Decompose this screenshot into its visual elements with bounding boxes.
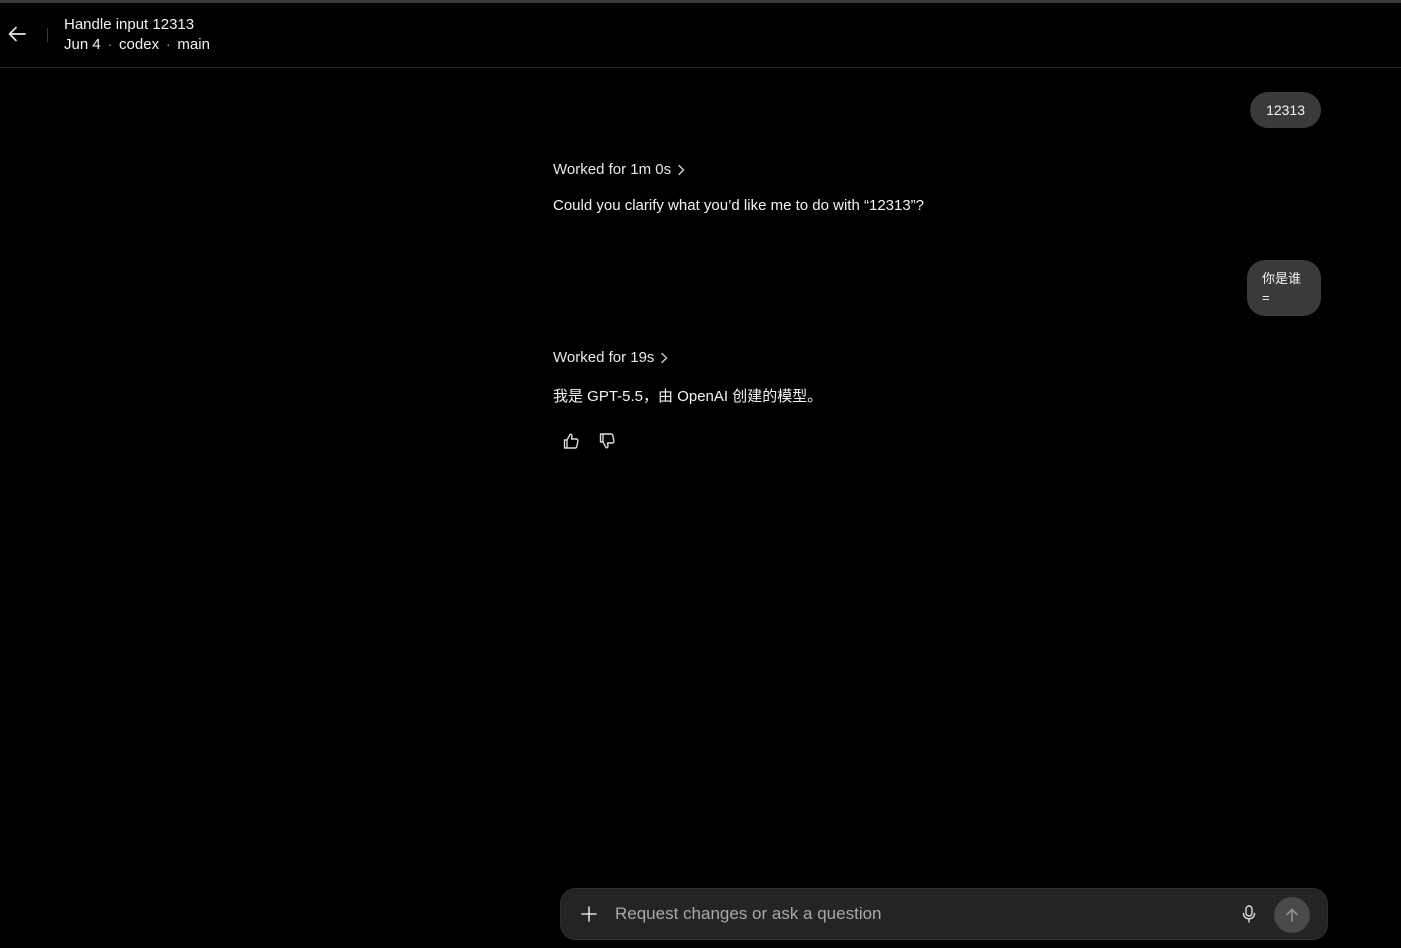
meta-separator: · (166, 37, 171, 52)
user-message: 12313 (1250, 92, 1321, 128)
feedback-actions (560, 430, 618, 452)
composer-input[interactable] (613, 899, 1213, 929)
worked-label: Worked for 1m 0s (553, 161, 672, 178)
voice-input-button[interactable] (1238, 903, 1260, 925)
worked-toggle[interactable]: Worked for 1m 0s (553, 161, 685, 178)
task-repo: codex (119, 36, 160, 53)
plus-icon (581, 906, 597, 922)
arrow-up-icon (1286, 908, 1298, 922)
task-meta: Jun 4 · codex · main (64, 36, 210, 54)
worked-toggle[interactable]: Worked for 19s (553, 349, 668, 366)
thumbs-up-icon (563, 433, 579, 449)
user-message-line: = (1262, 290, 1270, 305)
user-message: 你是谁 = (1247, 260, 1321, 316)
thumbs-down-button[interactable] (596, 430, 618, 452)
attach-button[interactable] (577, 902, 601, 926)
back-button[interactable] (4, 21, 30, 47)
chevron-right-icon (678, 164, 685, 175)
task-title: Handle input 12313 (64, 16, 195, 33)
assistant-message: 我是 GPT-5.5，由 OpenAI 创建的模型。 (553, 388, 823, 405)
send-button[interactable] (1274, 897, 1310, 933)
thumbs-down-icon (599, 433, 615, 449)
composer (560, 888, 1328, 940)
task-branch: main (177, 36, 210, 53)
assistant-message: Could you clarify what you’d like me to … (553, 197, 925, 214)
task-header: Handle input 12313 Jun 4 · codex · main (0, 3, 1401, 68)
worked-label: Worked for 19s (553, 349, 655, 366)
meta-separator: · (107, 37, 113, 52)
microphone-icon (1242, 905, 1256, 923)
thumbs-up-button[interactable] (560, 430, 582, 452)
chevron-right-icon (661, 352, 668, 363)
user-message-text: 12313 (1266, 102, 1305, 118)
arrow-left-icon (8, 26, 26, 42)
task-date: Jun 4 (64, 36, 101, 53)
header-divider (47, 28, 48, 42)
user-message-line: 你是谁 (1262, 271, 1302, 286)
